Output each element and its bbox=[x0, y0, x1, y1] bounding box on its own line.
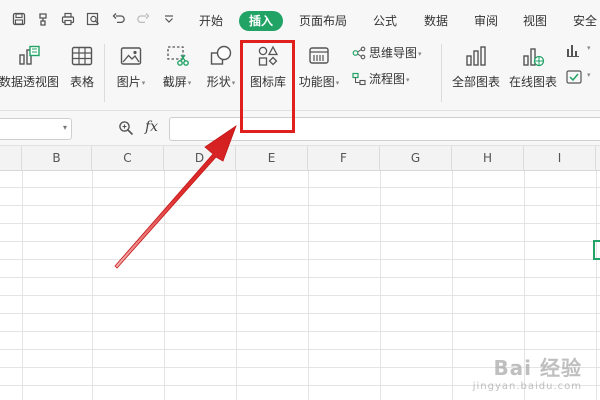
chevron-down-icon: ▾ bbox=[587, 44, 591, 52]
grid-row-line bbox=[0, 331, 600, 332]
grid-row-line bbox=[0, 187, 600, 188]
tab-page-layout[interactable]: 页面布局 bbox=[296, 11, 350, 31]
function-chart-label: 功能图▾ bbox=[298, 75, 340, 89]
tab-formulas[interactable]: 公式 bbox=[370, 11, 400, 31]
grid-row-line bbox=[0, 205, 600, 206]
print-icon[interactable] bbox=[61, 12, 75, 26]
column-header-h[interactable]: H bbox=[452, 146, 524, 170]
watermark-logo: Bai 经验 jingyan.baidu.com bbox=[472, 356, 582, 392]
flowchart-icon bbox=[352, 72, 366, 86]
tab-data[interactable]: 数据 bbox=[421, 11, 451, 31]
table-button[interactable]: 表格 bbox=[64, 38, 100, 108]
online-charts-button[interactable]: 在线图表 bbox=[506, 38, 560, 108]
ribbon-toolbar: 数据透视图 表格 图片▾ 截屏▾ 形状▾ 图标库 功能图▾ 思维导图▾ 流程图▾… bbox=[0, 38, 600, 111]
grid-column-line bbox=[596, 171, 597, 400]
column-chart-icon bbox=[566, 42, 582, 58]
ribbon-separator bbox=[104, 44, 105, 102]
picture-icon bbox=[119, 44, 143, 68]
column-chart-dropdown[interactable]: ▾ bbox=[562, 42, 600, 62]
grid-row-line bbox=[0, 277, 600, 278]
column-header-g[interactable]: G bbox=[380, 146, 452, 170]
tab-insert[interactable]: 插入 bbox=[239, 11, 283, 31]
column-header-b[interactable]: B bbox=[22, 146, 92, 170]
pivot-chart-icon bbox=[17, 44, 41, 68]
mind-map-label: 思维导图 bbox=[369, 46, 418, 60]
shapes-label: 形状▾ bbox=[206, 75, 236, 89]
format-painter-icon[interactable] bbox=[36, 12, 50, 26]
grid-column-line bbox=[380, 171, 381, 400]
flowchart-label: 流程图 bbox=[369, 72, 406, 86]
grid-column-line bbox=[236, 171, 237, 400]
grid-column-line bbox=[308, 171, 309, 400]
grid-row-line bbox=[0, 223, 600, 224]
highlight-box bbox=[240, 40, 295, 133]
screenshot-button[interactable]: 截屏▾ bbox=[156, 38, 198, 108]
column-header-d[interactable]: D bbox=[164, 146, 236, 170]
table-label: 表格 bbox=[69, 75, 94, 89]
grid-row-line bbox=[0, 241, 600, 242]
online-chart-icon bbox=[521, 44, 545, 68]
column-header-c[interactable]: C bbox=[92, 146, 164, 170]
checkmark-chart-icon bbox=[566, 69, 582, 85]
column-header-a[interactable] bbox=[0, 146, 22, 170]
screenshot-label: 截屏▾ bbox=[162, 75, 192, 89]
picture-button[interactable]: 图片▾ bbox=[110, 38, 152, 108]
pivot-chart-button[interactable]: 数据透视图 bbox=[0, 38, 62, 108]
grid-row-line bbox=[0, 295, 600, 296]
grid-column-line bbox=[22, 171, 23, 400]
more-charts-dropdown[interactable]: ▾ bbox=[562, 69, 600, 89]
picture-label: 图片▾ bbox=[116, 75, 146, 89]
chevron-down-icon[interactable]: ▾ bbox=[63, 123, 67, 132]
all-charts-label: 全部图表 bbox=[451, 75, 500, 89]
all-charts-button[interactable]: 全部图表 bbox=[446, 38, 506, 108]
column-header-e[interactable]: E bbox=[236, 146, 308, 170]
column-header-row: B C D E F G H I bbox=[0, 146, 600, 171]
grid-column-line bbox=[92, 171, 93, 400]
mind-map-button[interactable]: 思维导图▾ bbox=[352, 44, 422, 62]
shapes-button[interactable]: 形状▾ bbox=[200, 38, 242, 108]
tab-view[interactable]: 视图 bbox=[520, 11, 550, 31]
ribbon-separator bbox=[441, 44, 442, 102]
redo-icon[interactable] bbox=[136, 12, 150, 26]
name-box[interactable]: ▾ bbox=[0, 118, 72, 140]
tab-start[interactable]: 开始 bbox=[196, 11, 226, 31]
column-header-f[interactable]: F bbox=[308, 146, 380, 170]
tab-security[interactable]: 安全 bbox=[570, 11, 600, 31]
shapes-icon bbox=[209, 44, 233, 68]
grid-row-line bbox=[0, 313, 600, 314]
tab-review[interactable]: 审阅 bbox=[471, 11, 501, 31]
title-tab-bar: 开始 插入 页面布局 公式 数据 审阅 视图 安全 bbox=[0, 0, 600, 38]
online-charts-label: 在线图表 bbox=[508, 75, 557, 89]
table-icon bbox=[70, 44, 94, 68]
grid-row-line bbox=[0, 349, 600, 350]
mind-map-icon bbox=[352, 46, 366, 60]
more-icon[interactable] bbox=[162, 12, 176, 26]
formula-bar: ▾ fx bbox=[0, 111, 600, 146]
save-icon[interactable] bbox=[12, 12, 26, 26]
bar-chart-icon bbox=[464, 44, 488, 68]
chevron-down-icon: ▾ bbox=[587, 71, 591, 79]
selected-cell-edge[interactable] bbox=[593, 240, 600, 260]
print-preview-icon[interactable] bbox=[86, 12, 100, 26]
function-chart-button[interactable]: 功能图▾ bbox=[294, 38, 344, 108]
function-chart-icon bbox=[307, 44, 331, 68]
column-header-i[interactable]: I bbox=[524, 146, 596, 170]
zoom-icon[interactable] bbox=[118, 120, 134, 136]
screenshot-icon bbox=[165, 44, 189, 68]
grid-column-line bbox=[452, 171, 453, 400]
fx-button[interactable]: fx bbox=[145, 119, 158, 135]
pivot-chart-label: 数据透视图 bbox=[0, 75, 59, 89]
grid-row-line bbox=[0, 259, 600, 260]
flowchart-button[interactable]: 流程图▾ bbox=[352, 70, 410, 88]
undo-icon[interactable] bbox=[112, 12, 126, 26]
formula-input[interactable] bbox=[169, 117, 600, 141]
grid-column-line bbox=[164, 171, 165, 400]
